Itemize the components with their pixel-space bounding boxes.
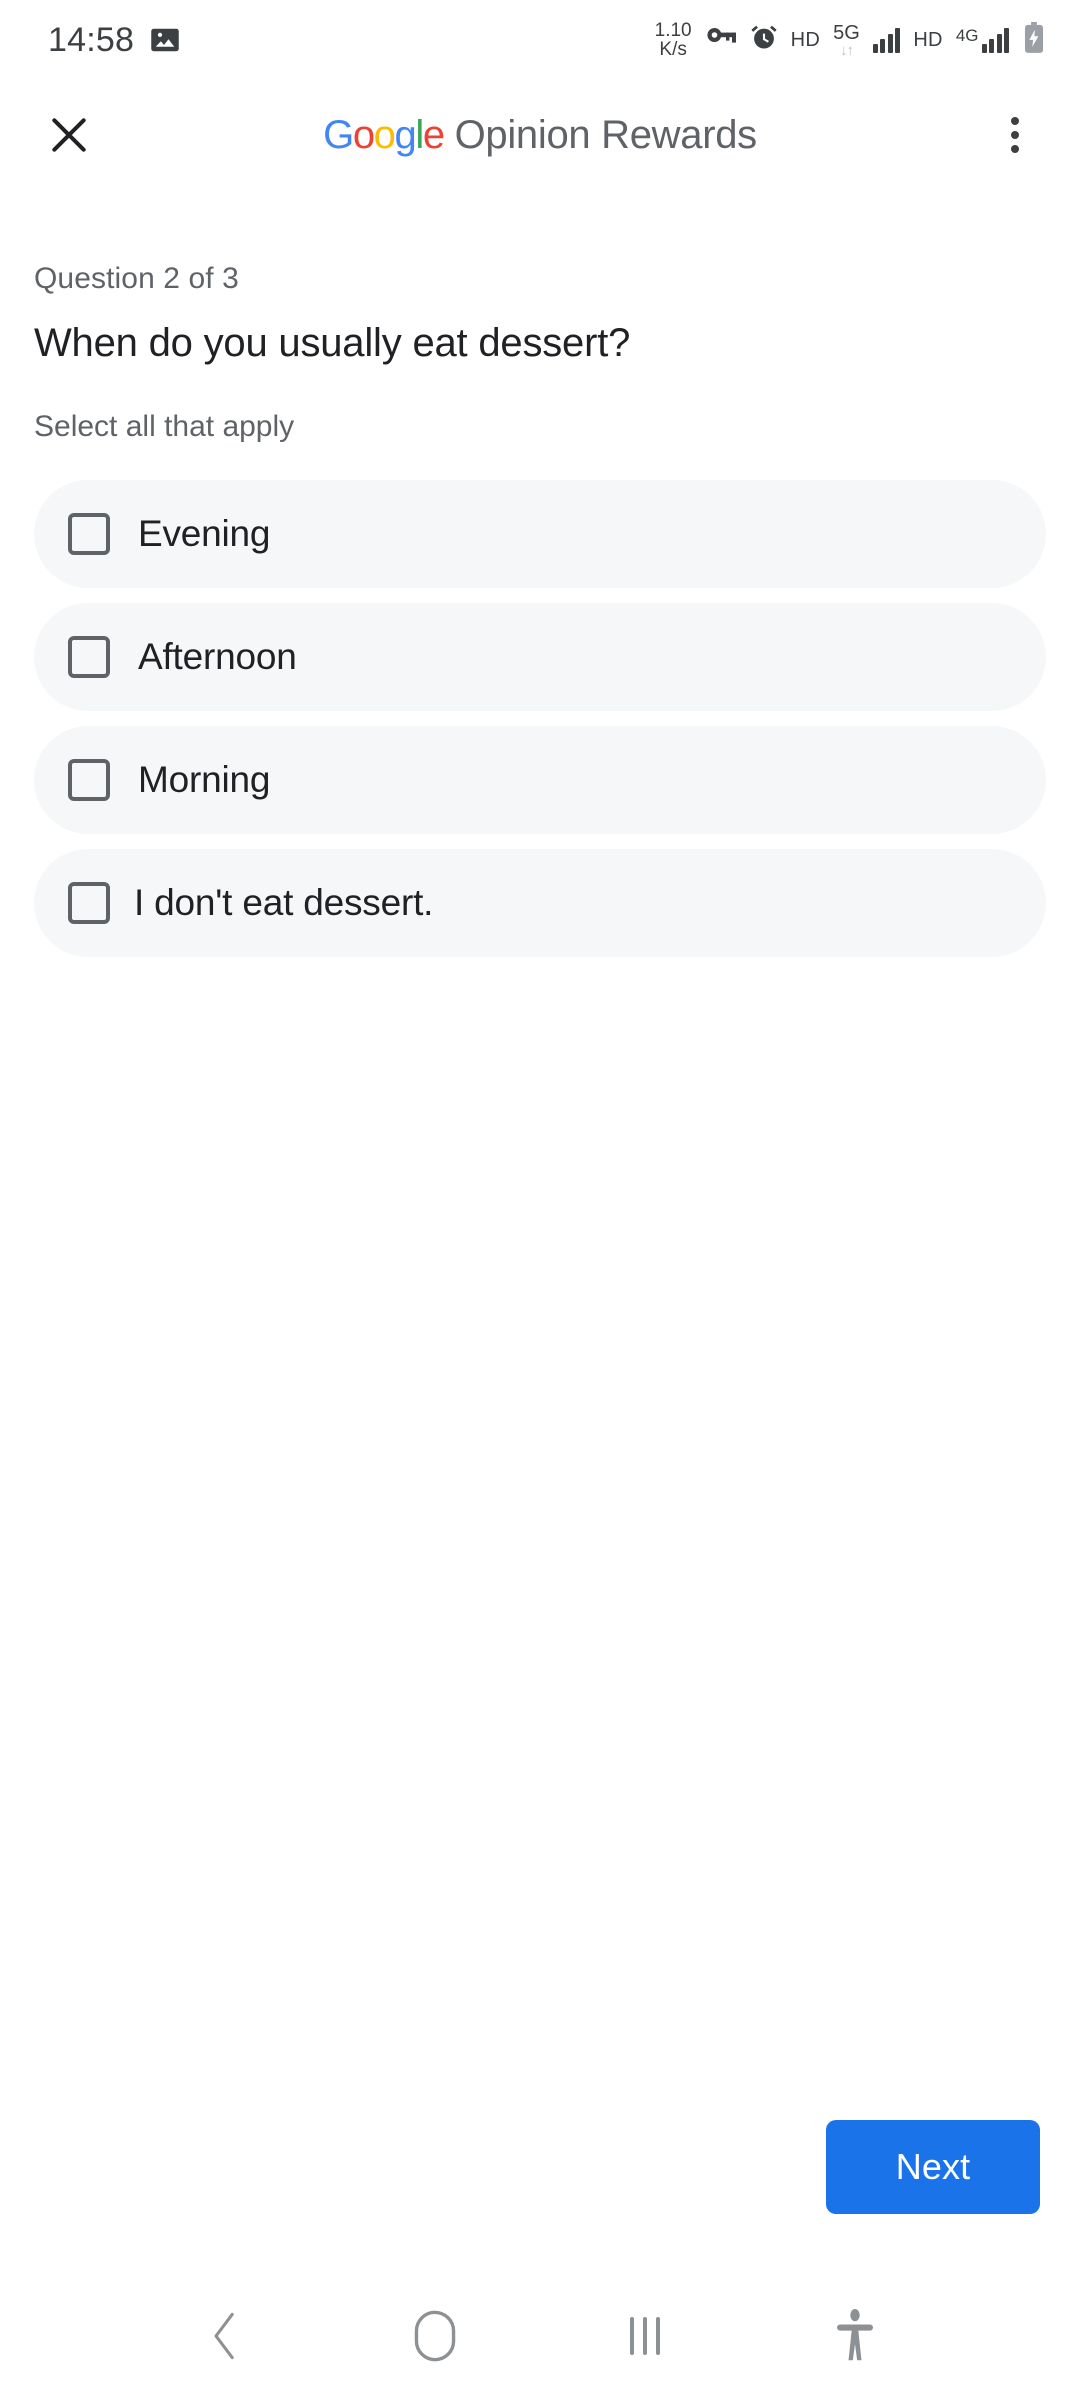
status-bar-left: 14:58 [48, 21, 180, 60]
signal-icon [872, 27, 901, 53]
4g-signal-icon: 4G [956, 27, 1009, 53]
more-vert-icon-dot [1011, 117, 1019, 125]
hd-icon: HD [790, 28, 821, 51]
checkbox-icon[interactable] [68, 759, 110, 801]
network-speed-value: 1.10 [654, 19, 692, 41]
nav-back-button[interactable] [180, 2291, 270, 2381]
option-row-i-dont-eat-dessert[interactable]: I don't eat dessert. [34, 849, 1046, 957]
option-row-evening[interactable]: Evening [34, 480, 1046, 588]
checkbox-icon[interactable] [68, 882, 110, 924]
vpn-key-icon [705, 27, 737, 54]
more-vert-icon-dot [1011, 145, 1019, 153]
option-label: I don't eat dessert. [134, 882, 434, 923]
more-vert-icon-dot [1011, 131, 1019, 139]
battery-charging-icon [1022, 21, 1046, 59]
checkbox-icon[interactable] [68, 636, 110, 678]
overflow-menu-button[interactable] [980, 100, 1050, 170]
option-row-morning[interactable]: Morning [34, 726, 1046, 834]
system-nav-bar [0, 2272, 1080, 2400]
network-speed-indicator: 1.10 K/s [654, 19, 692, 60]
option-label: Afternoon [138, 636, 297, 677]
image-icon [150, 25, 180, 55]
data-transfer-arrows-icon: ↓↑ [839, 41, 854, 59]
google-wordmark: Google [323, 112, 445, 157]
option-label: Morning [138, 759, 271, 800]
selection-hint: Select all that apply [34, 410, 295, 443]
app-bar: Google Opinion Rewards [0, 80, 1080, 190]
alarm-icon [750, 24, 778, 57]
nav-accessibility-button[interactable] [810, 2291, 900, 2381]
recents-icon [630, 2317, 660, 2355]
option-row-afternoon[interactable]: Afternoon [34, 603, 1046, 711]
option-label: Evening [138, 513, 271, 554]
survey-content: Question 2 of 3 When do you usually eat … [0, 190, 1080, 2120]
close-button[interactable] [34, 100, 104, 170]
network-speed-unit: K/s [659, 39, 687, 60]
back-icon [214, 2312, 234, 2360]
next-button[interactable]: Next [826, 2120, 1040, 2214]
checkbox-icon[interactable] [68, 513, 110, 555]
status-clock: 14:58 [48, 20, 135, 59]
app-screen: 14:58 1.10 K/s HD 5G ↓↑ HD 4G Google Opi… [0, 0, 1080, 2400]
hd-icon-2: HD [913, 28, 943, 51]
nav-home-button[interactable] [390, 2291, 480, 2381]
status-bar: 14:58 1.10 K/s HD 5G ↓↑ HD 4G [0, 0, 1080, 80]
app-name-rest: Opinion Rewards [443, 112, 758, 157]
accessibility-icon [837, 2309, 873, 2361]
question-counter: Question 2 of 3 [34, 262, 239, 295]
home-icon [414, 2310, 456, 2362]
footer-actions: Next [0, 2120, 1080, 2272]
status-bar-right: 1.10 K/s HD 5G ↓↑ HD 4G [654, 19, 1046, 60]
close-icon [52, 118, 86, 152]
option-list: Evening Afternoon Morning I don't eat de… [34, 480, 1046, 957]
nav-recents-button[interactable] [600, 2291, 690, 2381]
page-title: Google Opinion Rewards [0, 113, 1080, 158]
question-text: When do you usually eat dessert? [34, 321, 631, 365]
5g-icon: 5G ↓↑ [833, 21, 860, 59]
